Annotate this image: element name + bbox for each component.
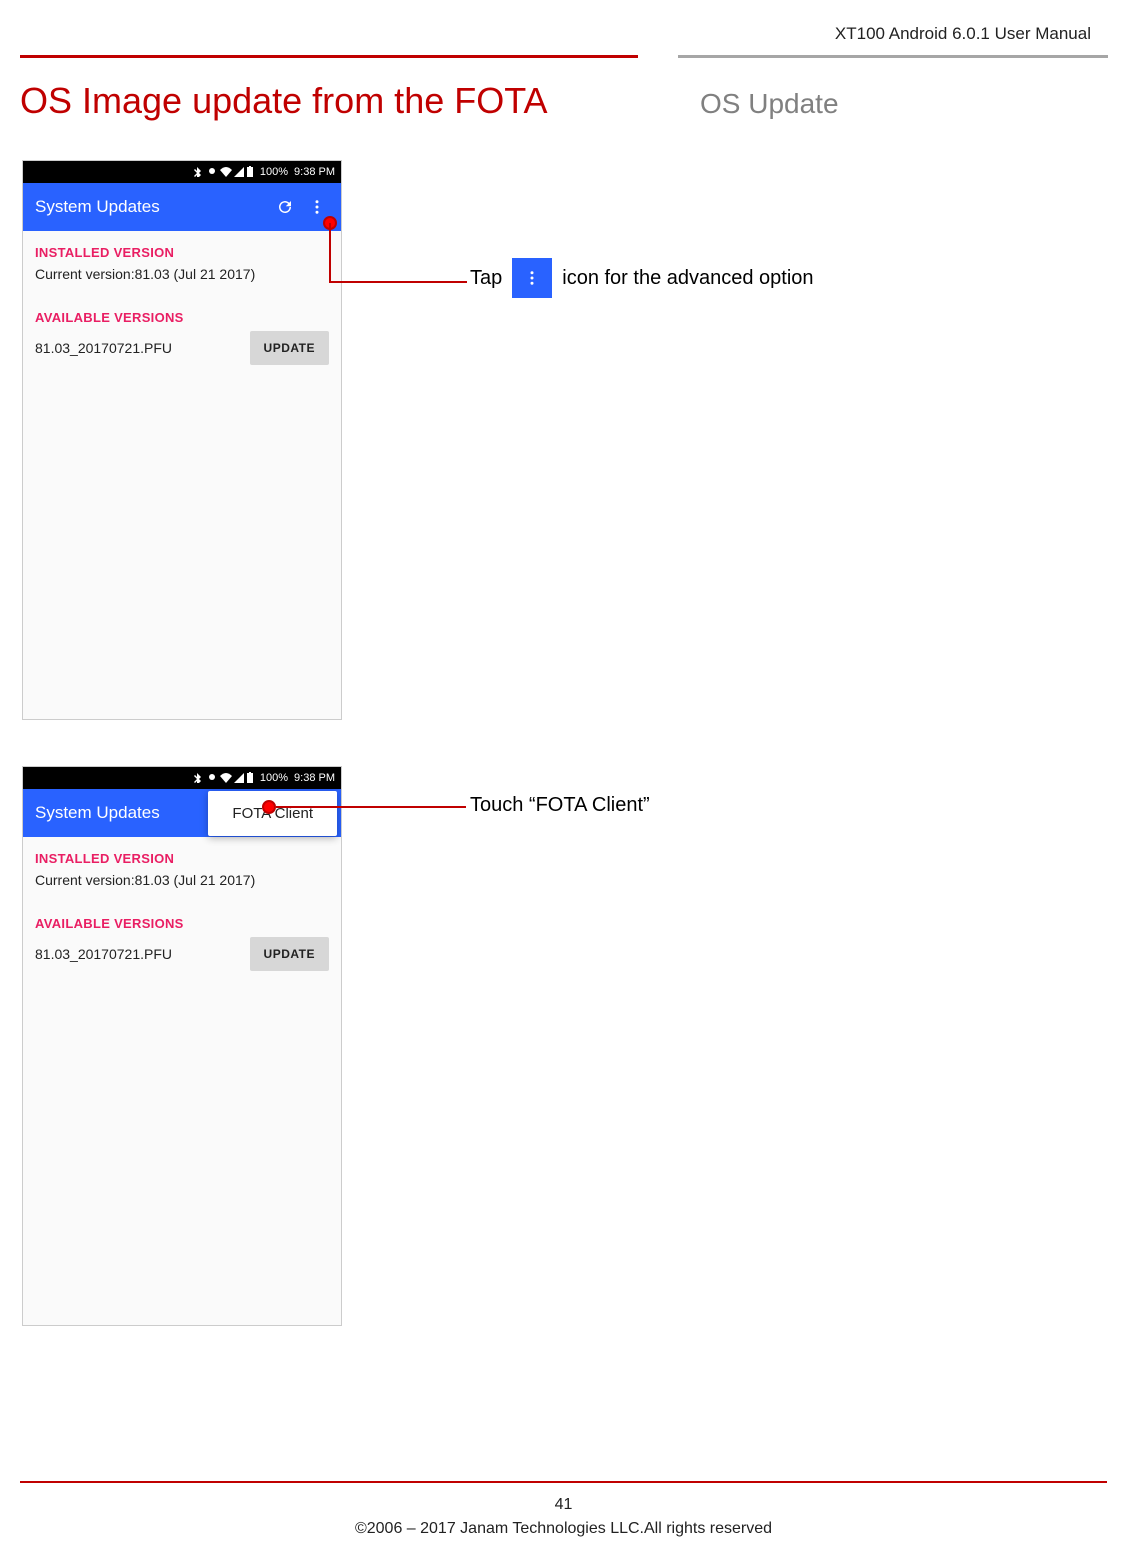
battery-text: 100% [260, 772, 288, 784]
section-title: OS Update [700, 88, 839, 120]
page-number: 41 [0, 1493, 1127, 1517]
callout-line-2 [276, 806, 466, 808]
callout-dot-2 [262, 800, 276, 814]
battery-icon [246, 166, 254, 178]
instruction-2: Touch “FOTA Client” [470, 794, 650, 817]
callout-line-1b [329, 281, 467, 283]
update-button[interactable]: UPDATE [250, 937, 329, 971]
app-bar: System Updates FOTA Client [23, 789, 341, 837]
copyright: ©2006 – 2017 Janam Technologies LLC.All … [0, 1517, 1127, 1541]
available-value: 81.03_20170721.PFU [35, 946, 250, 962]
installed-value: Current version:81.03 (Jul 21 2017) [23, 266, 341, 296]
instr1-post: icon for the advanced option [562, 267, 813, 290]
status-icons [194, 166, 254, 178]
wifi-icon [220, 167, 232, 177]
overflow-icon[interactable] [305, 195, 329, 219]
instruction-1: Tap icon for the advanced option [470, 258, 814, 298]
signal-icon [234, 167, 244, 177]
app-bar-title: System Updates [35, 803, 165, 823]
location-icon [206, 773, 218, 783]
instr1-pre: Tap [470, 267, 502, 290]
installed-label: INSTALLED VERSION [23, 231, 341, 266]
signal-icon [234, 773, 244, 783]
available-value: 81.03_20170721.PFU [35, 340, 250, 356]
screenshot-2: 100% 9:38 PM System Updates FOTA Client … [22, 766, 342, 1326]
callout-line-1a [329, 223, 331, 283]
clock-text: 9:38 PM [294, 166, 335, 178]
location-icon [206, 167, 218, 177]
bluetooth-icon [194, 167, 204, 177]
app-bar-title: System Updates [35, 197, 265, 217]
footer: 41 ©2006 – 2017 Janam Technologies LLC.A… [0, 1493, 1127, 1541]
clock-text: 9:38 PM [294, 772, 335, 784]
status-bar: 100% 9:38 PM [23, 767, 341, 789]
bluetooth-icon [194, 773, 204, 783]
app-bar: System Updates [23, 183, 341, 231]
wifi-icon [220, 773, 232, 783]
running-header: XT100 Android 6.0.1 User Manual [835, 24, 1091, 44]
available-row: 81.03_20170721.PFU UPDATE [23, 331, 341, 379]
header-rule-red [20, 55, 638, 58]
update-button[interactable]: UPDATE [250, 331, 329, 365]
header-rule-gray [678, 55, 1108, 58]
page-title: OS Image update from the FOTA [20, 80, 548, 122]
overflow-icon-inline [512, 258, 552, 298]
status-bar: 100% 9:38 PM [23, 161, 341, 183]
available-row: 81.03_20170721.PFU UPDATE [23, 937, 341, 985]
footer-rule [20, 1481, 1107, 1483]
overflow-menu: FOTA Client [208, 791, 337, 836]
available-label: AVAILABLE VERSIONS [23, 902, 341, 937]
installed-label: INSTALLED VERSION [23, 837, 341, 872]
status-icons [194, 772, 254, 784]
battery-icon [246, 772, 254, 784]
available-label: AVAILABLE VERSIONS [23, 296, 341, 331]
battery-text: 100% [260, 166, 288, 178]
refresh-icon[interactable] [273, 195, 297, 219]
screenshot-1: 100% 9:38 PM System Updates INSTALLED VE… [22, 160, 342, 720]
installed-value: Current version:81.03 (Jul 21 2017) [23, 872, 341, 902]
